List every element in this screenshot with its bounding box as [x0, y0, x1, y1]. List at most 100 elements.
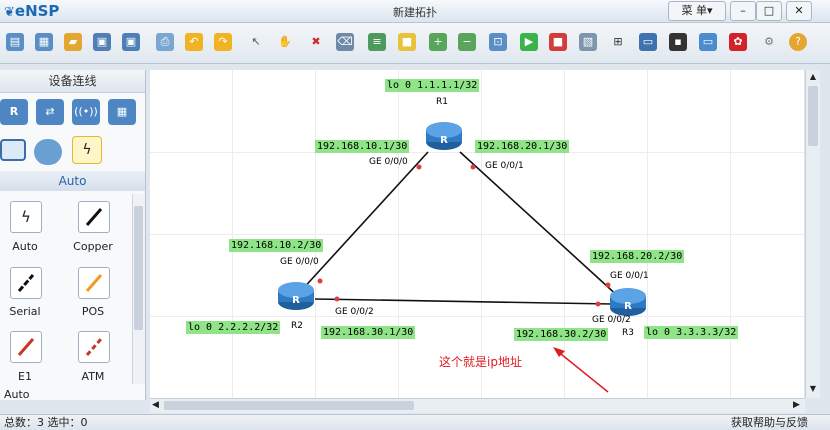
wlan-icon[interactable]: ((•)): [72, 99, 100, 125]
maximize-button[interactable]: □: [756, 1, 782, 21]
close-button[interactable]: ✕: [786, 1, 812, 21]
ip-label: 192.168.20.1/30: [475, 140, 570, 153]
help-feedback-link[interactable]: 获取帮助与反馈: [731, 415, 808, 430]
ip-label: 192.168.10.2/30: [229, 239, 324, 252]
save-icon[interactable]: ▣: [93, 33, 111, 51]
device-panel: 设备连线 R ⇄ ((•)) ▦ ϟ Auto ϟ Auto Copper Se…: [0, 70, 146, 401]
router-r1[interactable]: R: [424, 120, 464, 155]
router-name-r3: R3: [622, 328, 634, 338]
port-dot: [470, 164, 476, 170]
svg-text:R: R: [624, 301, 632, 312]
pan-hand-icon[interactable]: ✋: [276, 33, 294, 51]
link-r2-r3[interactable]: [314, 298, 613, 305]
cable-label-e1: E1: [18, 370, 32, 383]
save-as-icon[interactable]: ▣: [122, 33, 140, 51]
redo-icon[interactable]: ↷: [214, 33, 232, 51]
undo-icon[interactable]: ↶: [185, 33, 203, 51]
cable-type-header: Auto: [0, 171, 145, 191]
port-dot: [416, 164, 422, 170]
loopback-label-r1: lo 0 1.1.1.1/32: [385, 79, 480, 92]
copper-cable-icon[interactable]: [78, 201, 110, 233]
router-icon: R: [278, 282, 314, 310]
port-label: GE 0/0/0: [280, 257, 319, 267]
settings-icon[interactable]: ⚙: [760, 33, 778, 51]
capture-icon[interactable]: ▧: [579, 33, 597, 51]
svg-text:R: R: [440, 135, 448, 146]
status-count: 总数：3 选中：0: [4, 416, 88, 429]
e1-cable-icon[interactable]: [10, 331, 42, 363]
stop-device-icon[interactable]: ■: [549, 33, 567, 51]
connection-icon[interactable]: ϟ: [72, 136, 102, 164]
topology-icon[interactable]: ⊞: [609, 33, 627, 51]
start-device-icon[interactable]: ▶: [520, 33, 538, 51]
zoom-in-icon[interactable]: +: [429, 33, 447, 51]
link-r1-r2[interactable]: [299, 151, 429, 293]
port-label: GE 0/0/2: [335, 307, 374, 317]
toolbar: ▤ ▦ ▰ ▣ ▣ ⎙ ↶ ↷ ↖ ✋ ✖ ⌫ ≡ ■ + − ⊡ ▶ ■ ▧ …: [0, 23, 830, 64]
ip-label: 192.168.30.1/30: [321, 326, 416, 339]
canvas-vertical-scrollbar[interactable]: ▲ ▼: [805, 70, 820, 398]
ip-label: 192.168.10.1/30: [315, 140, 410, 153]
port-dot: [595, 301, 601, 307]
text-icon[interactable]: ≡: [368, 33, 386, 51]
port-dot: [317, 278, 323, 284]
print-icon[interactable]: ⎙: [156, 33, 174, 51]
vertical-scroll-thumb[interactable]: [808, 86, 818, 146]
panel-footer-label: Auto: [4, 388, 30, 401]
cable-list-scroll-thumb[interactable]: [134, 206, 143, 330]
pos-cable-icon[interactable]: [78, 267, 110, 299]
delete-icon[interactable]: ✖: [307, 33, 325, 51]
router-icon: R: [610, 288, 646, 316]
new-example-icon[interactable]: ▦: [35, 33, 53, 51]
firewall-icon[interactable]: ▦: [108, 99, 136, 125]
router-icon[interactable]: R: [0, 99, 28, 125]
status-bar: 总数：3 选中：0 获取帮助与反馈: [0, 414, 830, 430]
switch-icon[interactable]: ⇄: [36, 99, 64, 125]
console-icon[interactable]: ▭: [639, 33, 657, 51]
port-dot: [334, 296, 340, 302]
atm-line-icon: [85, 338, 103, 356]
fit-icon[interactable]: ⊡: [489, 33, 507, 51]
serial-cable-icon[interactable]: [10, 267, 42, 299]
cable-list-scrollbar[interactable]: [132, 194, 145, 384]
huawei-icon[interactable]: ✿: [729, 33, 747, 51]
atm-cable-icon[interactable]: [78, 331, 110, 363]
scroll-up-icon[interactable]: ▲: [808, 72, 818, 82]
chat-icon[interactable]: ▭: [699, 33, 717, 51]
topology-canvas[interactable]: R R1 R R2 R R3 lo 0 1.1.1.1/32 lo 0 2.2.…: [150, 70, 804, 398]
router-name-r2: R2: [291, 321, 303, 331]
auto-cable-icon[interactable]: ϟ: [10, 201, 42, 233]
ip-label: 192.168.30.2/30: [514, 328, 609, 341]
zoom-out-icon[interactable]: −: [458, 33, 476, 51]
pos-line-icon: [85, 274, 103, 292]
cable-label-pos: POS: [81, 305, 105, 318]
scroll-left-icon[interactable]: ◀: [152, 400, 159, 410]
link-r1-r3[interactable]: [459, 151, 621, 299]
command-line-icon[interactable]: ▪: [669, 33, 687, 51]
menu-button[interactable]: 菜 单▾: [668, 1, 726, 21]
pc-icon[interactable]: [0, 139, 26, 161]
annotation-arrow: [555, 349, 609, 393]
new-topology-icon[interactable]: ▤: [6, 33, 24, 51]
horizontal-scroll-thumb[interactable]: [164, 401, 414, 410]
delete-link-icon[interactable]: ⌫: [336, 33, 354, 51]
router-r2[interactable]: R: [276, 280, 316, 315]
port-label: GE 0/0/1: [610, 271, 649, 281]
minimize-button[interactable]: –: [730, 1, 756, 21]
ip-label: 192.168.20.2/30: [590, 250, 685, 263]
port-label: GE 0/0/1: [485, 161, 524, 171]
help-icon[interactable]: ?: [789, 33, 807, 51]
annotation-text: 这个就是ip地址: [439, 355, 522, 369]
open-icon[interactable]: ▰: [64, 33, 82, 51]
port-label: GE 0/0/2: [592, 315, 631, 325]
canvas-horizontal-scrollbar[interactable]: ◀ ▶: [150, 398, 805, 413]
scroll-down-icon[interactable]: ▼: [808, 384, 818, 394]
cloud-icon[interactable]: [34, 139, 62, 165]
palette-icon[interactable]: ■: [398, 33, 416, 51]
cable-label-auto: Auto: [12, 240, 38, 253]
cable-label-atm: ATM: [81, 370, 105, 383]
select-icon[interactable]: ↖: [247, 33, 265, 51]
serial-line-icon: [17, 274, 35, 292]
scroll-right-icon[interactable]: ▶: [793, 400, 800, 410]
cable-label-copper: Copper: [73, 240, 113, 253]
